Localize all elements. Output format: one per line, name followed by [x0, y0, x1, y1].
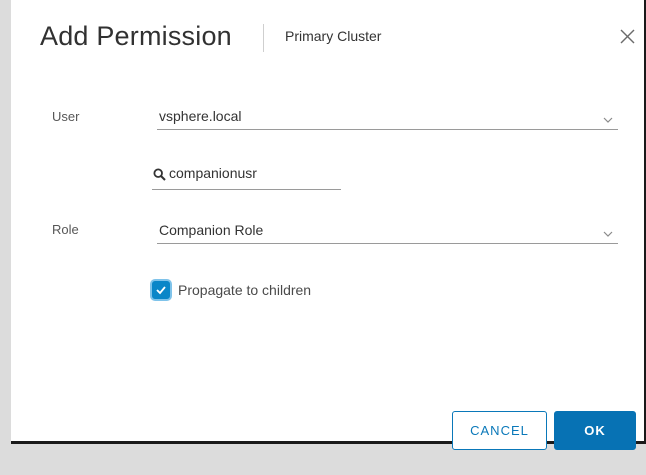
propagate-row: Propagate to children: [152, 279, 311, 301]
user-search[interactable]: [152, 162, 341, 190]
user-domain-value: vsphere.local: [159, 108, 242, 124]
ok-button[interactable]: OK: [554, 411, 636, 450]
role-value: Companion Role: [159, 222, 264, 238]
search-icon: [153, 168, 166, 186]
cancel-button[interactable]: CANCEL: [452, 411, 547, 450]
close-button[interactable]: [613, 22, 641, 50]
add-permission-dialog: Add Permission Primary Cluster User vsph…: [11, 0, 646, 450]
checkmark-icon: [156, 286, 166, 295]
role-label: Role: [52, 222, 79, 237]
role-select[interactable]: Companion Role: [157, 217, 618, 244]
chevron-down-icon: [602, 111, 614, 129]
propagate-label: Propagate to children: [178, 282, 312, 298]
user-label: User: [52, 109, 80, 124]
title-divider: [263, 24, 264, 52]
user-domain-select[interactable]: vsphere.local: [157, 103, 618, 130]
user-search-input[interactable]: [169, 165, 337, 181]
chevron-down-icon: [602, 225, 614, 243]
close-icon: [620, 29, 635, 44]
dialog-subtitle: Primary Cluster: [285, 28, 382, 44]
propagate-checkbox[interactable]: [152, 281, 170, 299]
dialog-title: Add Permission: [40, 21, 232, 51]
dialog-header: Add Permission Primary Cluster: [11, 0, 644, 70]
